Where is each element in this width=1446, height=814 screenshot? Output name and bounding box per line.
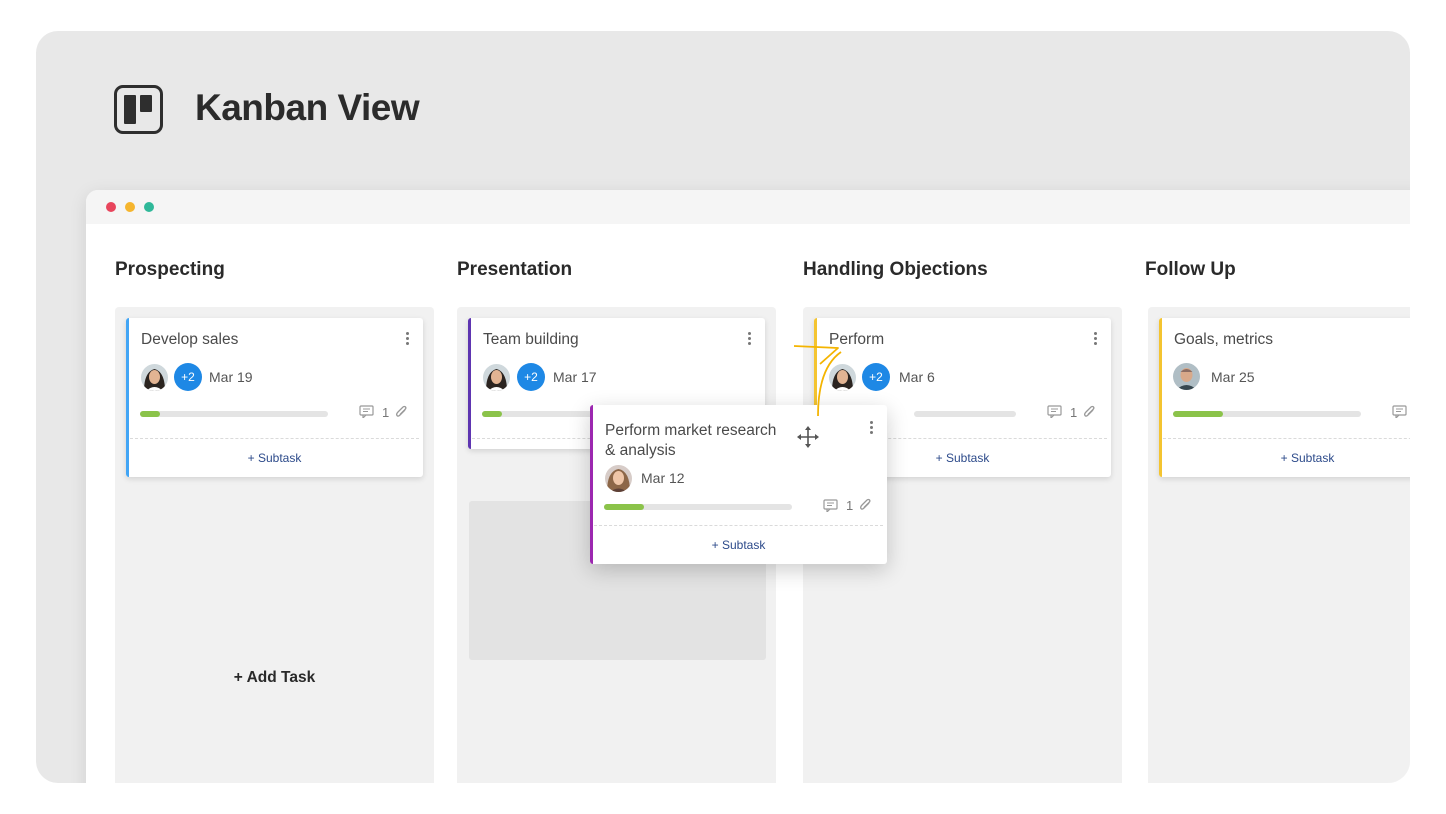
more-options-icon[interactable] <box>406 332 410 346</box>
task-card-develop-sales[interactable]: Develop sales +2 Mar 19 1 + Subtask <box>126 318 423 477</box>
kanban-promo-panel: Kanban View Prospecting Presentation Han… <box>36 31 1410 783</box>
column-prospecting: Develop sales +2 Mar 19 1 + Subtask + Ad… <box>115 307 434 783</box>
column-title-presentation: Presentation <box>457 259 573 280</box>
comments-icon <box>1047 405 1062 421</box>
card-title-line-1: Perform market research <box>605 422 777 439</box>
progress-bar <box>140 411 328 417</box>
more-options-icon[interactable] <box>748 332 752 346</box>
extra-assignees-badge[interactable]: +2 <box>174 363 202 391</box>
window-titlebar <box>86 190 1410 224</box>
comments-icon <box>359 405 374 421</box>
hero-title: Kanban View <box>195 87 420 128</box>
card-stripe <box>468 318 471 449</box>
add-task-button[interactable]: + Add Task <box>115 669 434 687</box>
maximize-window-dot[interactable] <box>144 202 154 212</box>
comments-icon <box>823 499 838 515</box>
task-card-goals-metrics[interactable]: Goals, metrics Mar 25 + Subtask <box>1159 318 1410 477</box>
progress-bar <box>1173 411 1361 417</box>
card-divider <box>1163 438 1410 439</box>
add-subtask-button[interactable]: + Subtask <box>590 538 887 552</box>
card-title: Perform market research & analysis <box>605 421 776 461</box>
avatar <box>605 465 632 492</box>
comment-count: 1 <box>846 498 854 513</box>
progress-bar <box>914 411 1016 417</box>
attachment-icon <box>394 405 408 422</box>
card-title: Goals, metrics <box>1174 331 1274 348</box>
avatar <box>483 364 510 391</box>
card-divider <box>594 525 883 526</box>
progress-bar <box>482 411 602 417</box>
attachment-icon <box>858 498 872 515</box>
due-date: Mar 19 <box>209 369 253 385</box>
card-title: Team building <box>483 331 579 348</box>
comment-count: 1 <box>382 405 390 420</box>
avatar <box>141 364 168 391</box>
due-date: Mar 6 <box>899 369 935 385</box>
more-options-icon[interactable] <box>1094 332 1098 346</box>
column-follow-up: Goals, metrics Mar 25 + Subtask <box>1148 307 1410 783</box>
column-title-follow-up: Follow Up <box>1145 259 1236 280</box>
comments-icon <box>1392 405 1407 421</box>
column-title-prospecting: Prospecting <box>115 259 225 280</box>
app-window: Prospecting Presentation Handling Object… <box>86 190 1410 783</box>
drag-arrow-icon <box>793 345 842 417</box>
minimize-window-dot[interactable] <box>125 202 135 212</box>
due-date: Mar 12 <box>641 470 685 486</box>
card-title-line-2: & analysis <box>605 442 676 459</box>
due-date: Mar 17 <box>553 369 597 385</box>
progress-bar <box>604 504 792 510</box>
kanban-board-icon <box>114 85 163 134</box>
comment-count: 1 <box>1070 405 1078 420</box>
extra-assignees-badge[interactable]: +2 <box>862 363 890 391</box>
close-window-dot[interactable] <box>106 202 116 212</box>
due-date: Mar 25 <box>1211 369 1255 385</box>
card-divider <box>130 438 419 439</box>
column-title-handling-objections: Handling Objections <box>803 259 988 280</box>
attachment-icon <box>1082 405 1096 422</box>
add-subtask-button[interactable]: + Subtask <box>1159 451 1410 465</box>
add-subtask-button[interactable]: + Subtask <box>126 451 423 465</box>
dragged-task-card[interactable]: Perform market research & analysis Mar 1… <box>590 405 887 564</box>
card-title: Develop sales <box>141 331 239 348</box>
more-options-icon[interactable] <box>870 421 874 435</box>
extra-assignees-badge[interactable]: +2 <box>517 363 545 391</box>
move-cursor-icon <box>797 426 819 453</box>
avatar <box>1173 363 1200 390</box>
